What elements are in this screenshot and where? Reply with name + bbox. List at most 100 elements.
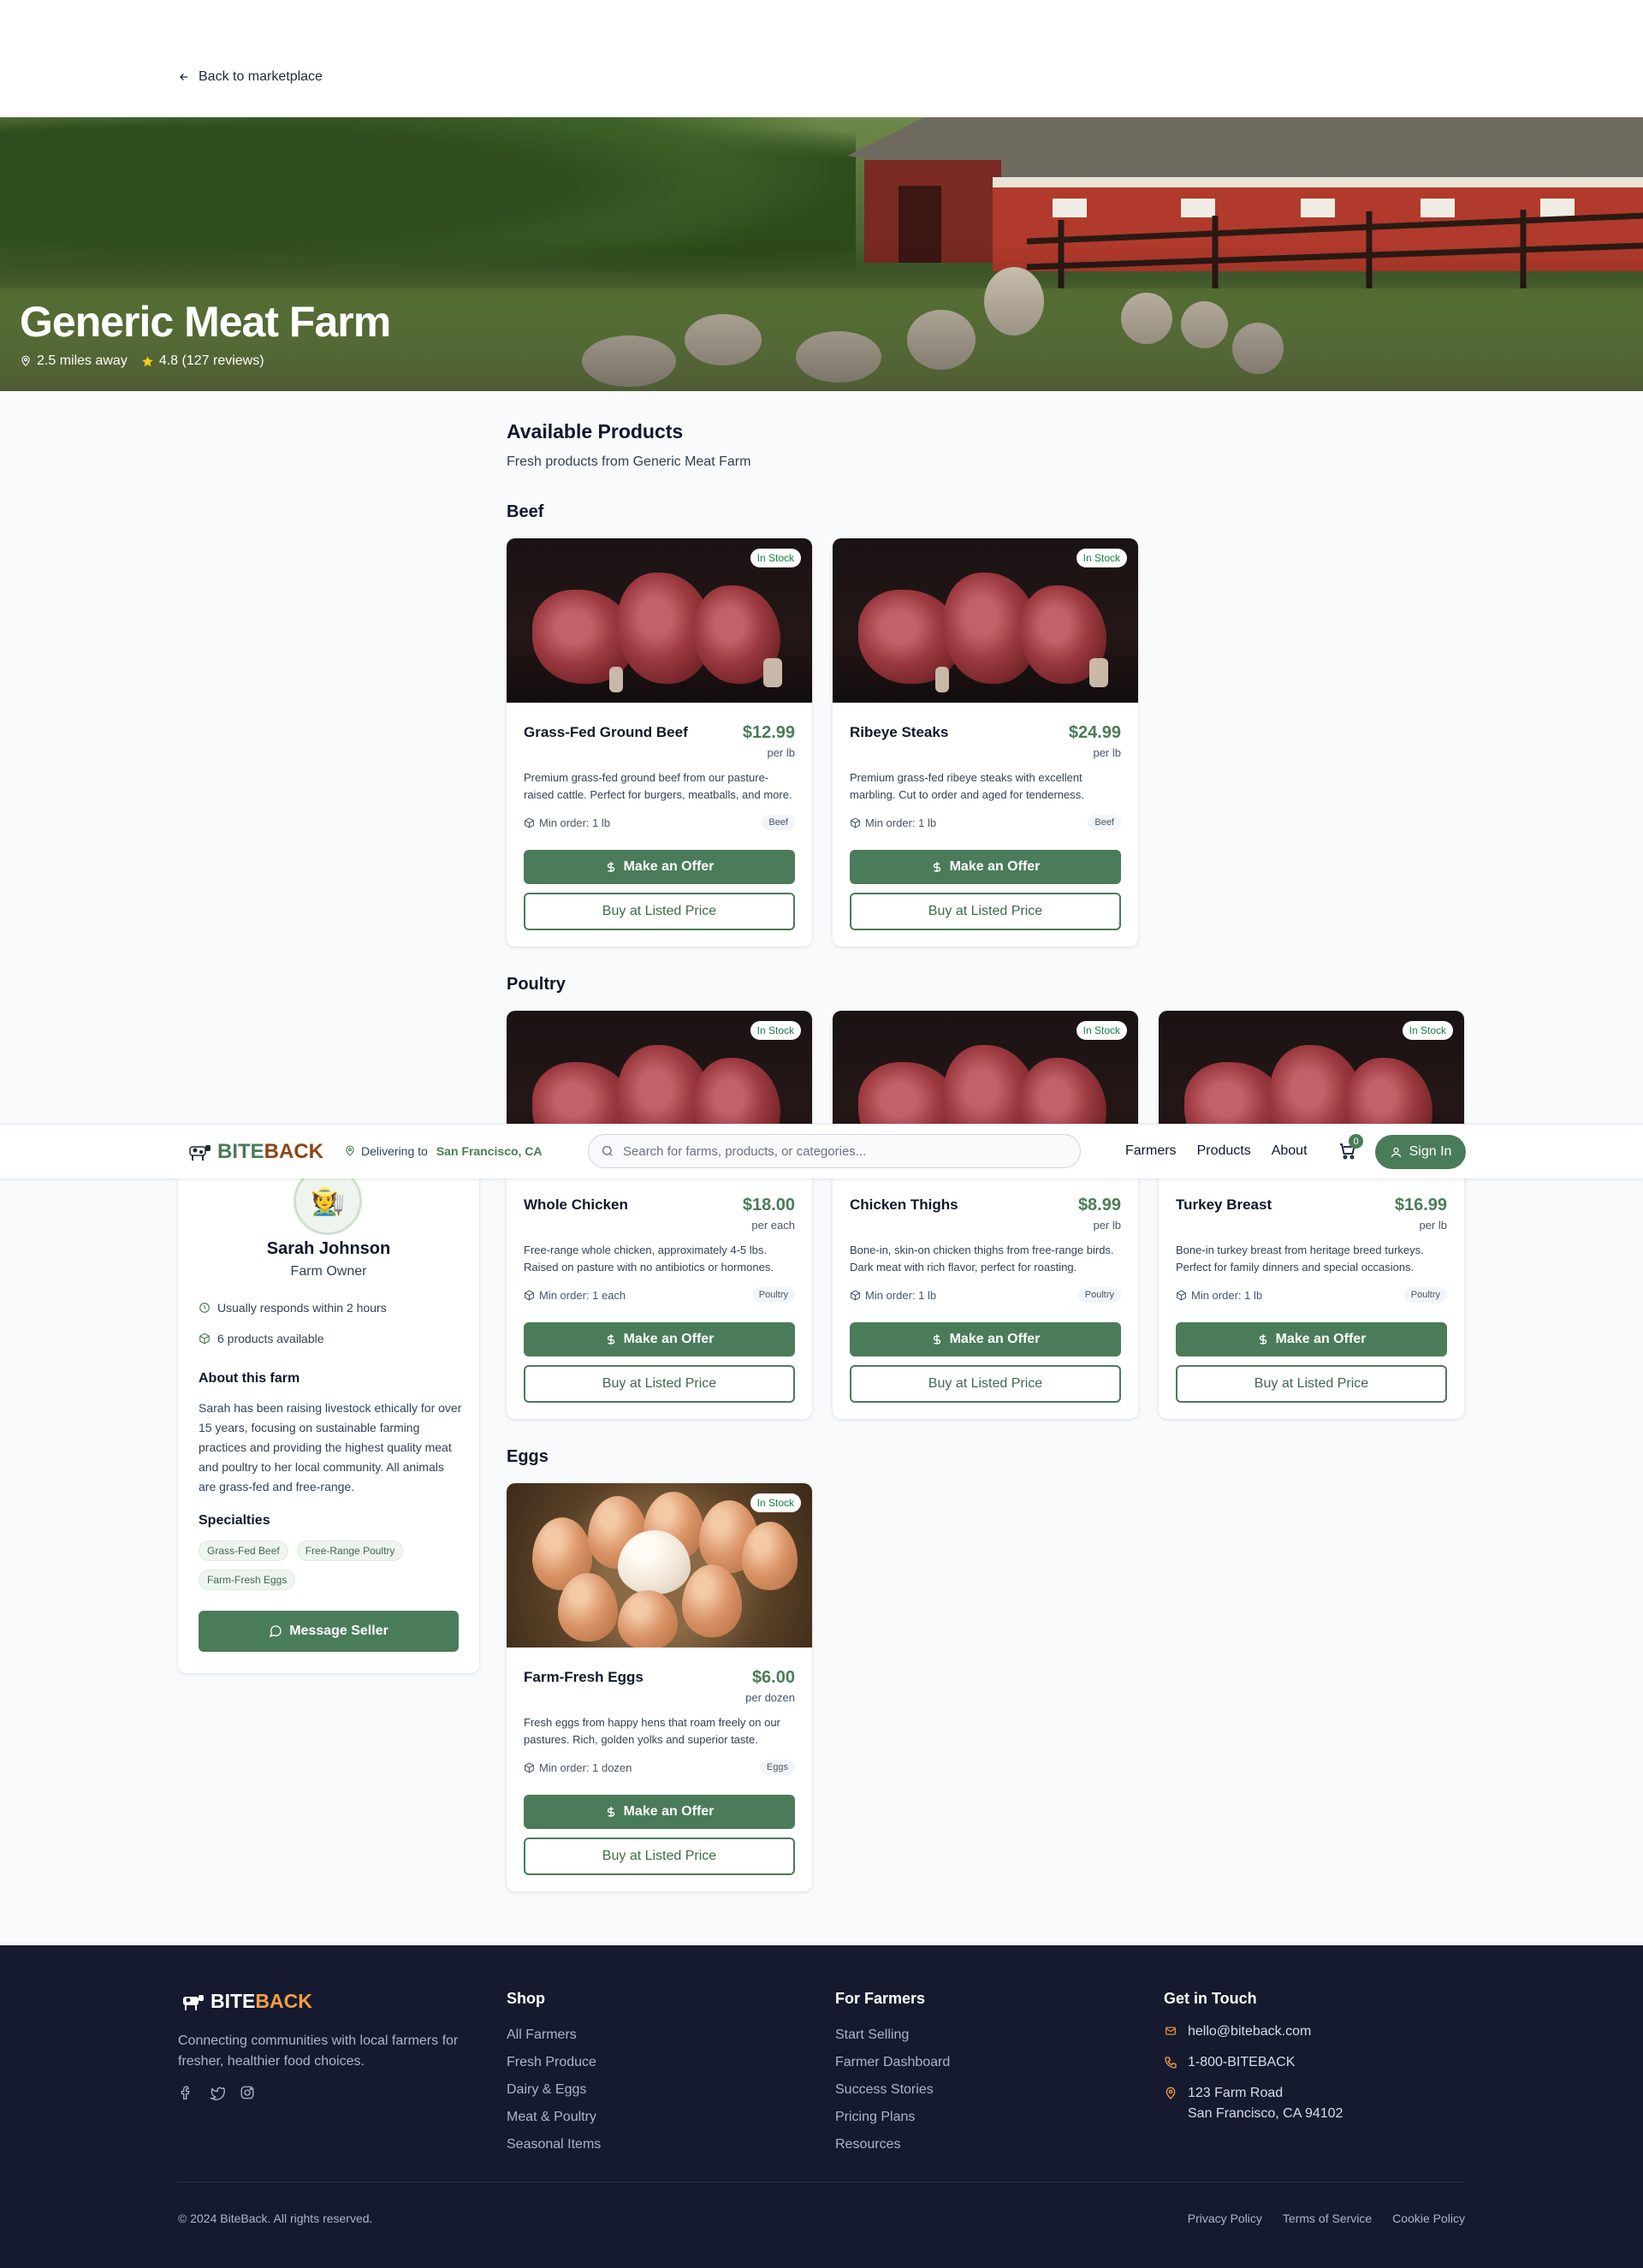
contact-phone[interactable]: 1-800-BITEBACK — [1164, 2052, 1343, 2073]
stock-badge: In Stock — [1076, 1021, 1127, 1040]
sign-in-button[interactable]: Sign In — [1375, 1135, 1466, 1169]
product-description: Fresh eggs from happy hens that roam fre… — [524, 1716, 780, 1746]
footer-link-pricing-plans[interactable]: Pricing Plans — [835, 2104, 950, 2131]
footer-link-start-selling[interactable]: Start Selling — [835, 2022, 950, 2049]
product-name: Chicken Thighs — [850, 1196, 958, 1213]
stock-badge: In Stock — [750, 1021, 801, 1040]
product-card[interactable]: In Stock Farm-Fresh Eggs $6.00 per dozen… — [507, 1483, 812, 1891]
search-bar[interactable] — [588, 1134, 1081, 1168]
cow-icon — [183, 1994, 204, 2010]
product-card[interactable]: In Stock Turkey Breast $16.99 per lb Bon… — [1159, 1011, 1464, 1419]
package-icon — [525, 817, 534, 828]
site-header: BITE BACK Delivering to San Francisco, CA… — [0, 1124, 1643, 1179]
footer-link-all-farmers[interactable]: All Farmers — [507, 2022, 601, 2049]
make-offer-button[interactable]: Make an Offer — [524, 1322, 795, 1357]
buy-listed-price-button[interactable]: Buy at Listed Price — [524, 1838, 795, 1875]
product-name: Grass-Fed Ground Beef — [524, 724, 688, 740]
footer-logo-back: BACK — [255, 1990, 312, 2012]
site-footer: BITE BACK Connecting communities with loc… — [0, 1945, 1643, 2268]
user-icon — [1391, 1147, 1401, 1157]
buy-listed-price-button[interactable]: Buy at Listed Price — [850, 1365, 1121, 1403]
dollar-icon — [607, 862, 614, 872]
facebook-icon[interactable] — [178, 2085, 195, 2102]
product-description: Free-range whole chicken, approximately … — [524, 1244, 774, 1274]
product-price: $18.00 — [742, 1196, 795, 1214]
seller-role: Farm Owner — [290, 1264, 367, 1279]
footer-link-dairy-eggs[interactable]: Dairy & Eggs — [507, 2076, 601, 2104]
cart-count-badge: 0 — [1349, 1134, 1363, 1149]
footer-logo[interactable]: BITE BACK — [178, 1990, 312, 2013]
product-card[interactable]: In Stock Chicken Thighs $8.99 per lb Bon… — [833, 1011, 1138, 1419]
map-pin-icon — [21, 355, 30, 367]
contact-email[interactable]: hello@biteback.com — [1164, 2022, 1343, 2042]
legal-links: Privacy Policy Terms of Service Cookie P… — [1188, 2212, 1465, 2225]
brand-logo[interactable]: BITE BACK — [185, 1140, 323, 1164]
buy-listed-price-button[interactable]: Buy at Listed Price — [1176, 1365, 1447, 1403]
make-offer-button[interactable]: Make an Offer — [1176, 1322, 1447, 1357]
footer-link-seasonal[interactable]: Seasonal Items — [507, 2131, 601, 2158]
cookie-policy-link[interactable]: Cookie Policy — [1392, 2212, 1465, 2225]
nav-about[interactable]: About — [1272, 1143, 1308, 1159]
phone-icon — [1165, 2057, 1177, 2069]
instagram-icon[interactable] — [240, 2085, 257, 2102]
terms-of-service-link[interactable]: Terms of Service — [1283, 2212, 1372, 2225]
min-order: Min order: 1 lb — [524, 816, 610, 829]
available-products-title: Available Products — [507, 420, 684, 442]
footer-link-fresh-produce[interactable]: Fresh Produce — [507, 2049, 601, 2076]
rating: 4.8 (127 reviews) — [141, 353, 264, 369]
product-card[interactable]: In Stock Ribeye Steaks $24.99 per lb Pre… — [833, 538, 1138, 947]
product-name: Whole Chicken — [524, 1196, 628, 1213]
seller-card: 🧑‍🌾 Sarah Johnson Farm Owner Usually res… — [178, 1167, 479, 1673]
stock-badge: In Stock — [1402, 1021, 1453, 1040]
delivery-location[interactable]: Delivering to San Francisco, CA — [344, 1144, 543, 1158]
min-order-text: Min order: 1 lb — [865, 816, 937, 829]
product-price: $6.00 — [751, 1668, 795, 1687]
buy-listed-price-button[interactable]: Buy at Listed Price — [850, 893, 1121, 930]
specialty-tag: Farm-Fresh Eggs — [199, 1570, 296, 1590]
logo-text-bite: BITE — [217, 1140, 264, 1163]
address-line-1: 123 Farm Road — [1188, 2086, 1284, 2100]
buy-listed-price-button[interactable]: Buy at Listed Price — [524, 1365, 795, 1403]
category-pill: Beef — [762, 815, 795, 830]
make-offer-label: Make an Offer — [623, 1804, 715, 1819]
dollar-icon — [607, 1334, 614, 1345]
product-description: Premium grass-fed ribeye steaks with exc… — [850, 771, 1084, 801]
products-available: 6 products available — [199, 1332, 324, 1345]
footer-link-farmer-dashboard[interactable]: Farmer Dashboard — [835, 2049, 950, 2076]
stock-badge: In Stock — [750, 549, 801, 567]
dollar-icon — [933, 1334, 940, 1345]
product-description: Bone-in, skin-on chicken thighs from fre… — [850, 1244, 1114, 1274]
farmers-title: For Farmers — [835, 1990, 926, 2007]
search-input[interactable] — [623, 1143, 1068, 1159]
distance: 2.5 miles away — [20, 353, 128, 369]
package-icon — [199, 1333, 210, 1345]
specialty-tag: Free-Range Poultry — [296, 1541, 404, 1561]
footer-link-success-stories[interactable]: Success Stories — [835, 2076, 950, 2104]
privacy-policy-link[interactable]: Privacy Policy — [1188, 2212, 1262, 2225]
product-description: Bone-in turkey breast from heritage bree… — [1176, 1244, 1424, 1274]
product-card[interactable]: In Stock Grass-Fed Ground Beef $12.99 pe… — [507, 538, 812, 947]
category-title-poultry: Poultry — [507, 975, 566, 994]
nav-farmers[interactable]: Farmers — [1125, 1143, 1177, 1159]
nav-products[interactable]: Products — [1197, 1143, 1251, 1159]
package-icon — [525, 1290, 534, 1301]
message-seller-button[interactable]: Message Seller — [199, 1611, 459, 1652]
response-time: Usually responds within 2 hours — [199, 1301, 387, 1315]
main-nav: Farmers Products About — [1125, 1143, 1308, 1159]
make-offer-button[interactable]: Make an Offer — [524, 850, 795, 884]
search-icon — [602, 1146, 613, 1156]
back-to-marketplace-link[interactable]: Back to marketplace — [178, 69, 323, 85]
product-card[interactable]: In Stock Whole Chicken $18.00 per each F… — [507, 1011, 812, 1419]
package-icon — [1177, 1290, 1186, 1301]
sign-in-label: Sign In — [1409, 1144, 1452, 1159]
make-offer-button[interactable]: Make an Offer — [524, 1795, 795, 1829]
category-pill: Beef — [1088, 815, 1121, 830]
category-title-eggs: Eggs — [507, 1447, 549, 1466]
make-offer-button[interactable]: Make an Offer — [850, 850, 1121, 884]
twitter-icon[interactable] — [209, 2085, 226, 2102]
product-name: Turkey Breast — [1176, 1196, 1272, 1213]
make-offer-button[interactable]: Make an Offer — [850, 1322, 1121, 1357]
footer-link-resources[interactable]: Resources — [835, 2131, 950, 2158]
footer-link-meat-poultry[interactable]: Meat & Poultry — [507, 2104, 601, 2131]
buy-listed-price-button[interactable]: Buy at Listed Price — [524, 893, 795, 930]
